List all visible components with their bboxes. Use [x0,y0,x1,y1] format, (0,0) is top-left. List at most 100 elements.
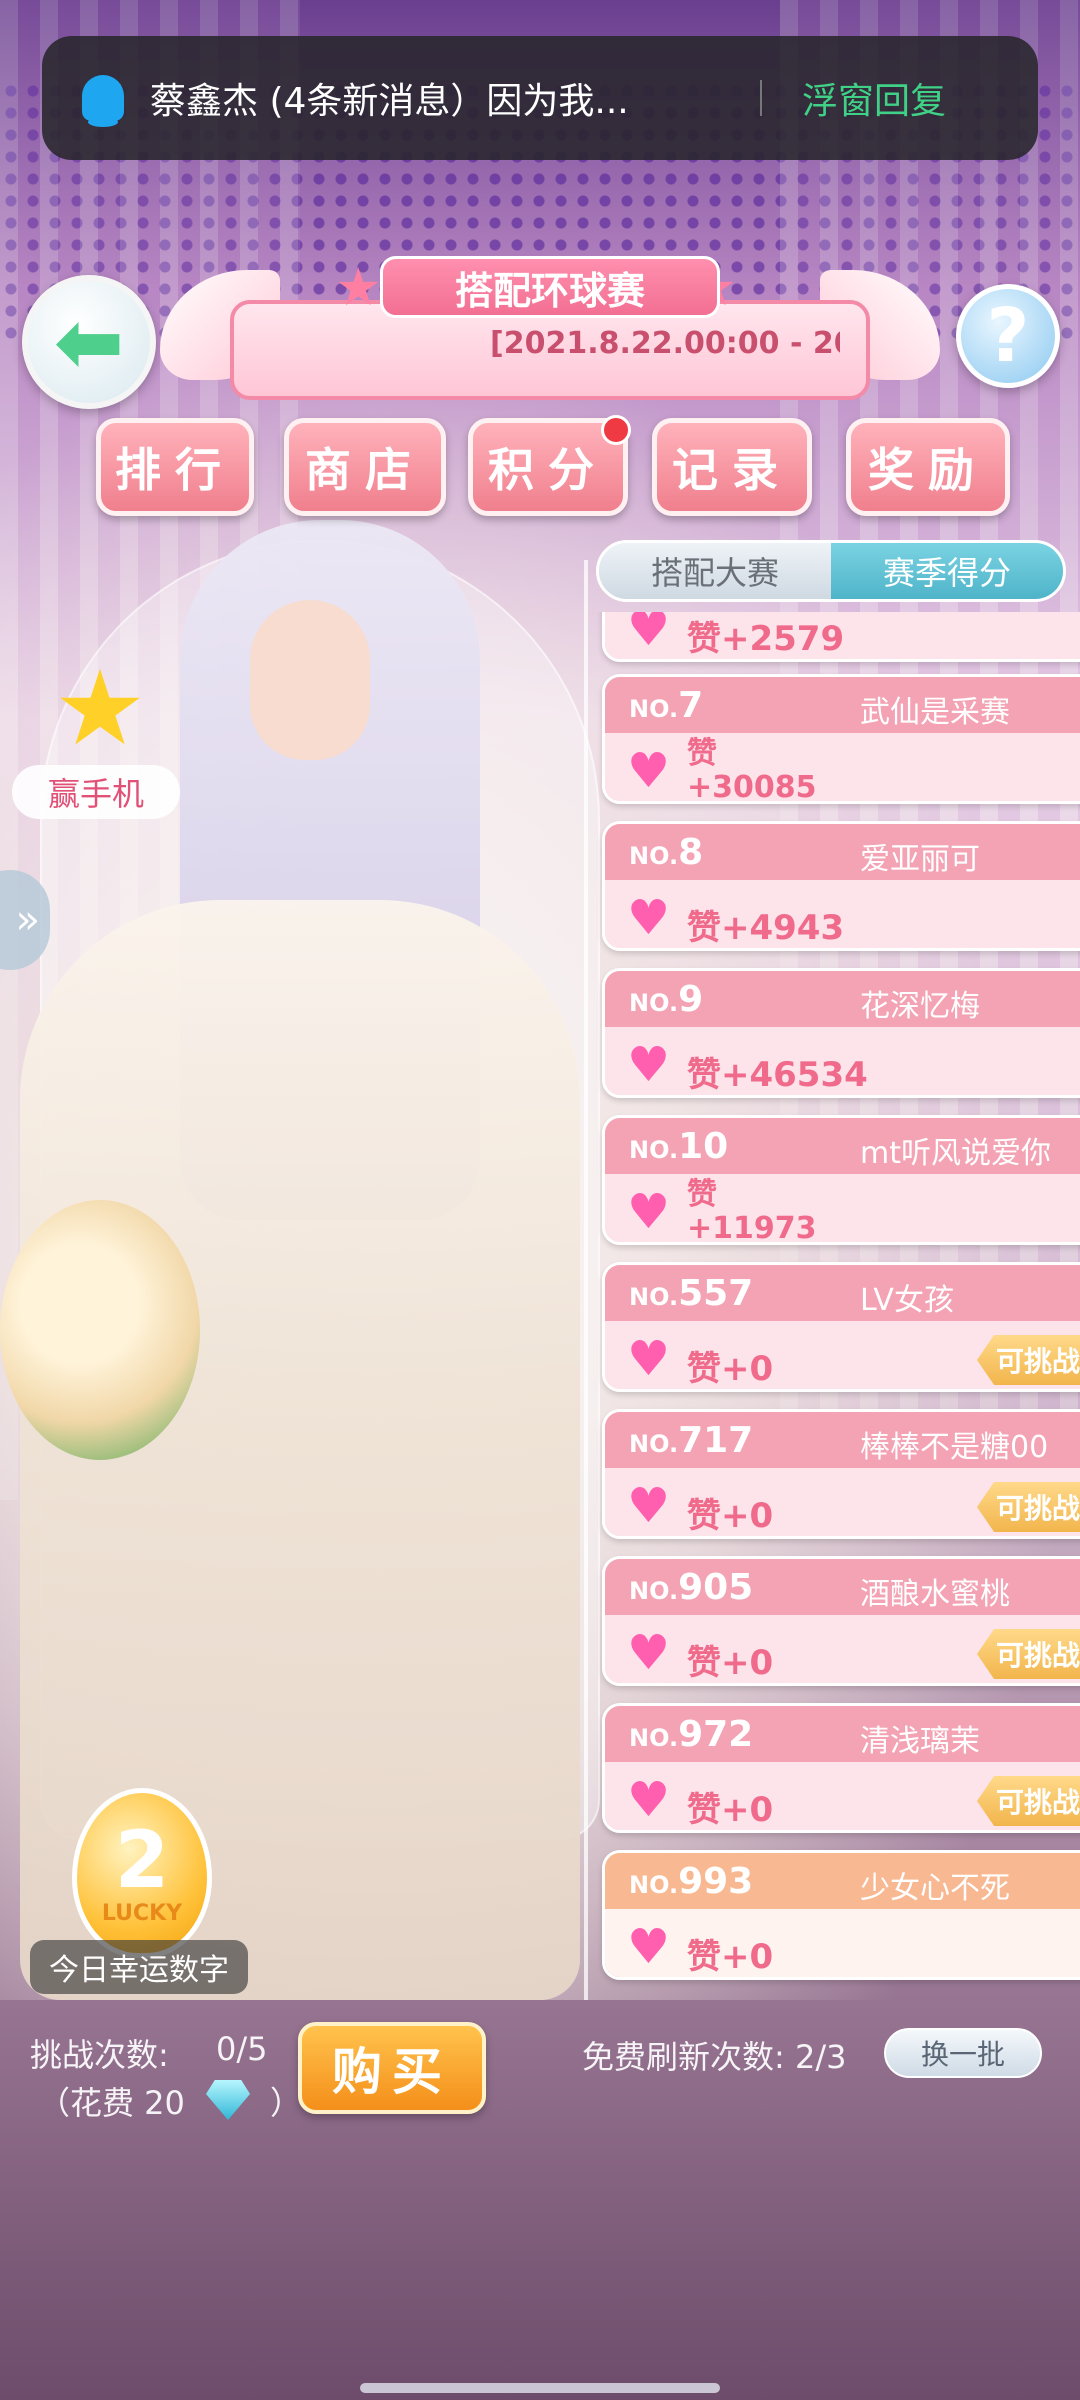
like-count: 赞+46534 [687,1055,868,1095]
heart-icon: ♥ [627,1478,671,1534]
heart-icon: ♥ [627,1919,671,1975]
like-count-line1: 赞+11973 [687,1177,817,1245]
win-phone-label[interactable]: 赢手机 [12,765,180,819]
ranking-card[interactable]: NO.557 LV女孩 ♥ 赞+0 可挑战 [602,1262,1080,1392]
rank-prefix: NO. [629,989,679,1017]
panel-divider [584,560,588,2000]
refresh-batch-button[interactable]: 换一批 [884,2028,1042,2078]
rank-number: 972 [678,1714,754,1755]
star-icon: ★ [335,258,382,318]
rank-prefix: NO. [629,1577,679,1605]
rank-number: 7 [678,685,704,726]
nav-rewards-button[interactable]: 奖励 [846,418,1010,516]
nav-points-label: 积分 [488,443,608,497]
lucky-number-egg[interactable]: 2 LUCKY [72,1788,212,1958]
diamond-icon [206,2080,250,2120]
heart-icon: ♥ [627,743,671,799]
player-name: LV女孩 [860,1283,954,1318]
challenge-button[interactable]: 可挑战 [977,1629,1080,1679]
notification-divider [760,80,762,116]
ranking-card[interactable]: NO.8 爱亚丽可 ♥ 赞+4943 [602,821,1080,951]
buy-challenges-button[interactable]: 购买 [298,2022,486,2114]
lucky-word: LUCKY [101,1900,183,1926]
flower-bouquet [0,1200,200,1460]
ranking-card[interactable]: NO.9 花深忆梅 ♥ 赞+46534 [602,968,1080,1098]
like-count: 赞+300852 [687,736,837,804]
nav-shop-button[interactable]: 商店 [284,418,446,516]
player-name: 酒酿水蜜桃 [860,1577,1010,1612]
rank-number: 993 [678,1861,754,1902]
free-refresh-count: 免费刷新次数: 2/3 [582,2038,847,2076]
heart-icon: ♥ [627,1184,671,1240]
rank-prefix: NO. [629,1430,679,1458]
message-notification-banner[interactable]: 蔡鑫杰 (4条新消息）因为我... 浮窗回复 [42,36,1038,160]
heart-icon: ♥ [627,1331,671,1387]
rank-number: 8 [678,832,704,873]
player-name: 武仙是采赛 [860,695,1010,730]
heart-icon: ♥ [627,1037,671,1093]
lucky-number-label: 今日幸运数字 [30,1940,248,1994]
ranking-card[interactable]: NO.10 mt听风说爱你 ♥ 赞+119738 [602,1115,1080,1245]
notification-dot [601,415,631,445]
challenge-count-label: 挑战次数: [30,2036,169,2074]
rank-number: 905 [678,1567,754,1608]
ranking-card[interactable]: NO.717 棒棒不是糖00 ♥ 赞+0 可挑战 [602,1409,1080,1539]
star-icon[interactable]: ★ [52,656,148,760]
rank-prefix: NO. [629,1871,679,1899]
ranking-list[interactable]: ♥ 赞+2579 NO.7 武仙是采赛 ♥ 赞+300852 NO.8 爱亚丽可… [596,612,1080,2002]
heart-icon: ♥ [627,1625,671,1681]
rank-prefix: NO. [629,1724,679,1752]
rank-number: 9 [678,979,704,1020]
like-count: 赞+119738 [687,1177,837,1245]
player-name: mt听风说爱你 [860,1136,1051,1171]
player-name: 棒棒不是糖00 [860,1430,1049,1465]
heart-icon: ♥ [627,890,671,946]
rank-prefix: NO. [629,1283,679,1311]
mode-tabs: 搭配大赛 赛季得分 [596,540,1066,602]
question-mark-icon: ? [986,293,1030,379]
like-count: 赞+0 [687,1937,774,1977]
character-face [250,600,370,760]
ranking-card[interactable]: NO.7 武仙是采赛 ♥ 赞+300852 [602,674,1080,804]
floating-reply-button[interactable]: 浮窗回复 [802,72,946,124]
tab-season-score[interactable]: 赛季得分 [831,543,1063,599]
nav-records-button[interactable]: 记录 [652,418,812,516]
home-indicator[interactable] [360,2383,720,2393]
own-ranking-card[interactable]: NO.993 少女心不死 ♥ 赞+0 [602,1850,1080,1980]
rank-number: 10 [678,1126,729,1167]
like-count: 赞+0 [687,1790,774,1830]
like-count: 赞+2579 [687,619,845,659]
player-name: 爱亚丽可 [860,842,980,877]
player-name: 清浅璃茉 [860,1724,980,1759]
nav-points-button[interactable]: 积分 [468,415,631,516]
rank-number: 717 [678,1420,754,1461]
like-count: 赞+0 [687,1643,774,1683]
rank-prefix: NO. [629,842,679,870]
ranking-card-partial[interactable]: ♥ 赞+2579 [602,612,1080,662]
challenge-button[interactable]: 可挑战 [977,1776,1080,1826]
ranking-card[interactable]: NO.905 酒酿水蜜桃 ♥ 赞+0 可挑战 [602,1556,1080,1686]
back-button[interactable]: ⬅ [22,275,156,409]
qq-penguin-icon [82,75,124,127]
help-button[interactable]: ? [956,284,1060,388]
arrow-left-icon: ⬅ [53,293,125,391]
like-count-line1: 赞+30085 [687,736,817,804]
rank-number: 557 [678,1273,754,1314]
event-title: 搭配环球赛 [380,256,720,318]
challenge-button[interactable]: 可挑战 [977,1482,1080,1532]
like-count: 赞+4943 [687,908,845,948]
player-name: 花深忆梅 [860,989,980,1024]
like-count: 赞+0 [687,1496,774,1536]
tab-contest[interactable]: 搭配大赛 [599,543,831,599]
event-date-range: [2021.8.22.00:00 - 2021. [490,326,840,361]
event-banner: ★ ★ 搭配环球赛 [2021.8.22.00:00 - 2021. [160,250,940,410]
challenge-button[interactable]: 可挑战 [977,1335,1080,1385]
heart-icon: ♥ [627,612,671,657]
heart-icon: ♥ [627,1772,671,1828]
cost-text: （花费 20 [38,2084,185,2122]
rank-prefix: NO. [629,1136,679,1164]
rank-prefix: NO. [629,695,679,723]
notification-text: 蔡鑫杰 (4条新消息）因为我... [150,81,629,122]
ranking-card[interactable]: NO.972 清浅璃茉 ♥ 赞+0 可挑战 [602,1703,1080,1833]
nav-ranking-button[interactable]: 排行 [96,418,254,516]
